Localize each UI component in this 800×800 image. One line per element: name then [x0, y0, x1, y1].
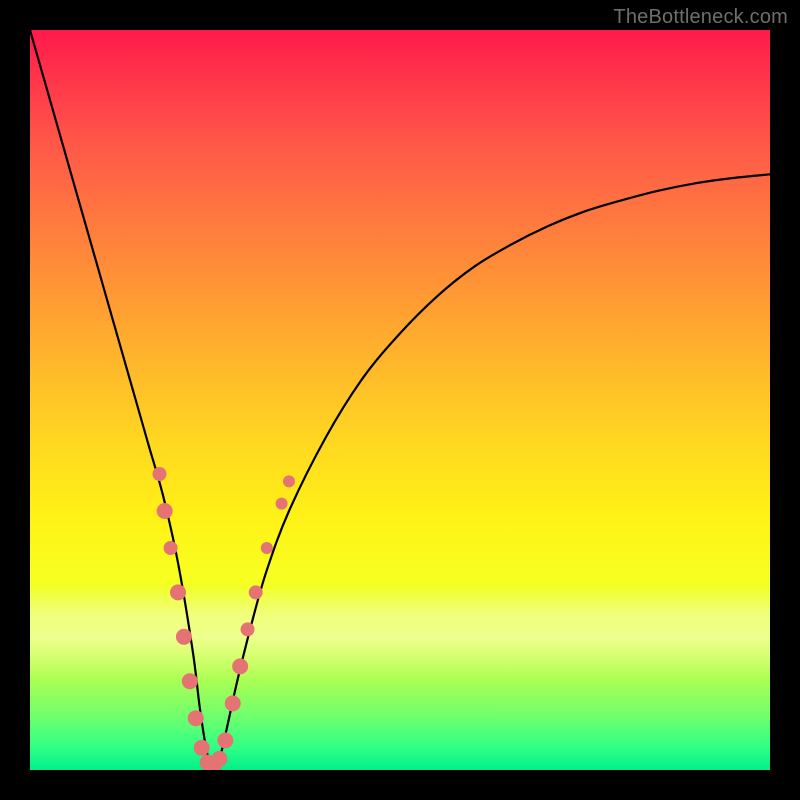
plot-area: [30, 30, 770, 770]
watermark-text: TheBottleneck.com: [613, 6, 788, 29]
chart-frame: TheBottleneck.com: [0, 0, 800, 800]
